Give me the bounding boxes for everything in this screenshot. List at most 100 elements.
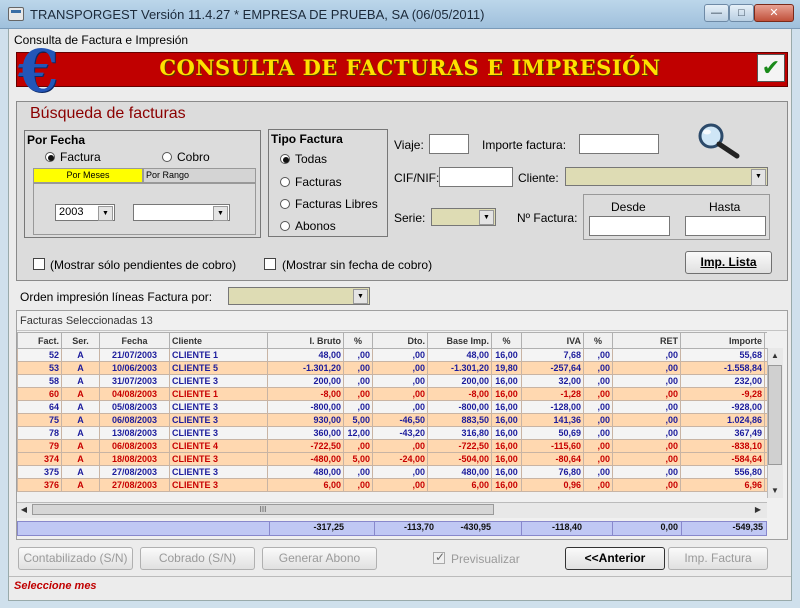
minimize-button[interactable]: — bbox=[704, 4, 729, 22]
table-cell-bruto: 930,00 bbox=[267, 413, 344, 427]
previsualizar-checkbox[interactable] bbox=[433, 550, 445, 564]
chevron-down-icon[interactable]: ▼ bbox=[98, 206, 113, 221]
totals-separator bbox=[681, 521, 682, 536]
previsualizar-label: Previsualizar bbox=[451, 552, 520, 566]
table-cell-cliente: CLIENTE 3 bbox=[169, 413, 268, 427]
column-header[interactable]: Fecha bbox=[99, 332, 170, 349]
importe-input[interactable] bbox=[579, 134, 659, 154]
year-select-value: 2003 bbox=[59, 206, 84, 218]
column-header[interactable]: % bbox=[583, 332, 613, 349]
table-cell-cliente: CLIENTE 3 bbox=[169, 465, 268, 479]
radio-factura[interactable] bbox=[45, 152, 55, 162]
column-header[interactable]: Importe bbox=[680, 332, 765, 349]
table-cell-base: -1.301,20 bbox=[427, 361, 492, 375]
column-header[interactable]: IVA bbox=[521, 332, 584, 349]
chevron-down-icon[interactable]: ▼ bbox=[213, 206, 228, 221]
month-select[interactable]: ▼ bbox=[133, 204, 230, 221]
table-cell-ser: A bbox=[61, 361, 100, 375]
cif-input[interactable] bbox=[439, 167, 513, 187]
search-magnifier-svg bbox=[698, 123, 740, 159]
table-row[interactable]: 374 A 18/08/2003 CLIENTE 3 -480,00 5,00 -24,00… bbox=[17, 452, 767, 466]
scroll-right-icon[interactable]: ▶ bbox=[752, 503, 764, 516]
table-row[interactable]: 78 A 13/08/2003 CLIENTE 3 360,00 12,00 -43,20 3… bbox=[17, 426, 767, 440]
table-cell-ser: A bbox=[61, 452, 100, 466]
table-row[interactable]: 60 A 04/08/2003 CLIENTE 1 -8,00,00,00 -8,00 16… bbox=[17, 387, 767, 401]
column-header[interactable]: % bbox=[491, 332, 522, 349]
table-row[interactable]: 375 A 27/08/2003 CLIENTE 3 480,00,00,00 480,0… bbox=[17, 465, 767, 479]
table-cell-piva: 16,00 bbox=[491, 413, 522, 427]
accept-checkmark-icon[interactable]: ✔ bbox=[757, 54, 785, 82]
close-button[interactable]: ✕ bbox=[754, 4, 794, 22]
table-row[interactable]: 64 A 05/08/2003 CLIENTE 3 -800,00,00,00 -800,… bbox=[17, 400, 767, 414]
chevron-down-icon[interactable]: ▼ bbox=[353, 289, 368, 304]
scroll-up-icon[interactable]: ▲ bbox=[768, 349, 782, 363]
scroll-down-icon[interactable]: ▼ bbox=[768, 484, 782, 498]
column-header[interactable]: I. Bruto bbox=[267, 332, 344, 349]
table-cell-ser: A bbox=[61, 439, 100, 453]
nfactura-desde-input[interactable] bbox=[589, 216, 670, 236]
invoices-grid[interactable]: Fact. Ser. Fecha Cliente I. Bruto% Dto. Base I… bbox=[17, 332, 767, 500]
radio-facturas-libres[interactable] bbox=[280, 199, 290, 209]
column-header[interactable]: Ser. bbox=[61, 332, 100, 349]
tab-por-meses[interactable]: Por Meses bbox=[33, 168, 143, 183]
radio-facturas[interactable] bbox=[280, 177, 290, 187]
table-row[interactable]: 58 A 31/07/2003 CLIENTE 3 200,00,00,00 200,00… bbox=[17, 374, 767, 388]
table-row[interactable]: 376 A 27/08/2003 CLIENTE 3 6,00,00,00 6,00 16,… bbox=[17, 478, 767, 492]
table-row[interactable]: 53 A 10/06/2003 CLIENTE 5 -1.301,20,00,00 -1.… bbox=[17, 361, 767, 375]
totals-separator bbox=[612, 521, 613, 536]
desde-label: Desde bbox=[611, 200, 646, 214]
generar-abono-button[interactable]: Generar Abono bbox=[262, 547, 377, 570]
column-header[interactable]: Dto. bbox=[372, 332, 428, 349]
table-cell-base: -800,00 bbox=[427, 400, 492, 414]
table-cell-iva: -115,60 bbox=[521, 439, 584, 453]
vertical-scroll-thumb[interactable] bbox=[768, 365, 782, 465]
column-header[interactable]: Fact. bbox=[17, 332, 62, 349]
anterior-button[interactable]: <<Anterior bbox=[565, 547, 665, 570]
radio-cobro[interactable] bbox=[162, 152, 172, 162]
sin-fecha-checkbox[interactable] bbox=[264, 258, 276, 270]
horizontal-scroll-thumb[interactable]: III bbox=[32, 504, 494, 515]
contabilizado-button[interactable]: Contabilizado (S/N) bbox=[18, 547, 133, 570]
hasta-label: Hasta bbox=[709, 200, 741, 214]
column-header[interactable]: Base Imp. bbox=[427, 332, 492, 349]
viaje-input[interactable] bbox=[429, 134, 469, 154]
table-cell-fact: 60 bbox=[17, 387, 62, 401]
chevron-down-icon[interactable]: ▼ bbox=[751, 169, 766, 186]
table-cell-fecha: 06/08/2003 bbox=[99, 439, 170, 453]
table-cell-pdto: 5,00 bbox=[343, 413, 373, 427]
column-header[interactable]: RET bbox=[612, 332, 681, 349]
tab-por-rango[interactable]: Por Rango bbox=[143, 168, 256, 183]
serie-select[interactable]: ▼ bbox=[431, 208, 496, 226]
column-header[interactable]: % bbox=[343, 332, 373, 349]
table-cell-pret: ,00 bbox=[583, 439, 613, 453]
nfactura-hasta-input[interactable] bbox=[685, 216, 766, 236]
radio-todas[interactable] bbox=[280, 154, 290, 164]
table-cell-cliente: CLIENTE 3 bbox=[169, 426, 268, 440]
imp-factura-button[interactable]: Imp. Factura bbox=[668, 547, 768, 570]
search-magnifier-icon[interactable] bbox=[693, 121, 745, 161]
table-cell-base: -722,50 bbox=[427, 439, 492, 453]
totals-separator bbox=[374, 521, 375, 536]
orden-select[interactable]: ▼ bbox=[228, 287, 370, 305]
imp-lista-button[interactable]: Imp. Lista bbox=[685, 251, 772, 274]
table-cell-base: 48,00 bbox=[427, 348, 492, 362]
maximize-button[interactable]: □ bbox=[729, 4, 754, 22]
table-cell-fact: 75 bbox=[17, 413, 62, 427]
table-row[interactable]: 52 A 21/07/2003 CLIENTE 1 48,00,00,00 48,00 16… bbox=[17, 348, 767, 362]
table-cell-iva: 0,96 bbox=[521, 478, 584, 492]
pendientes-checkbox[interactable] bbox=[33, 258, 45, 270]
column-header[interactable]: Tip bbox=[764, 332, 767, 349]
table-row[interactable]: 75 A 06/08/2003 CLIENTE 3 930,00 5,00 -46,50 88… bbox=[17, 413, 767, 427]
cobrado-button[interactable]: Cobrado (S/N) bbox=[140, 547, 255, 570]
table-cell-pret: ,00 bbox=[583, 348, 613, 362]
table-row[interactable]: 79 A 06/08/2003 CLIENTE 4 -722,50,00,00 -722,… bbox=[17, 439, 767, 453]
table-cell-fecha: 18/08/2003 bbox=[99, 452, 170, 466]
table-cell-fact: 52 bbox=[17, 348, 62, 362]
cliente-select[interactable]: ▼ bbox=[565, 167, 768, 186]
radio-abonos[interactable] bbox=[280, 221, 290, 231]
scroll-left-icon[interactable]: ◀ bbox=[18, 503, 30, 516]
year-select[interactable]: 2003 ▼ bbox=[55, 204, 115, 221]
column-header[interactable]: Cliente bbox=[169, 332, 268, 349]
chevron-down-icon[interactable]: ▼ bbox=[479, 210, 494, 225]
table-cell-pret: ,00 bbox=[583, 452, 613, 466]
